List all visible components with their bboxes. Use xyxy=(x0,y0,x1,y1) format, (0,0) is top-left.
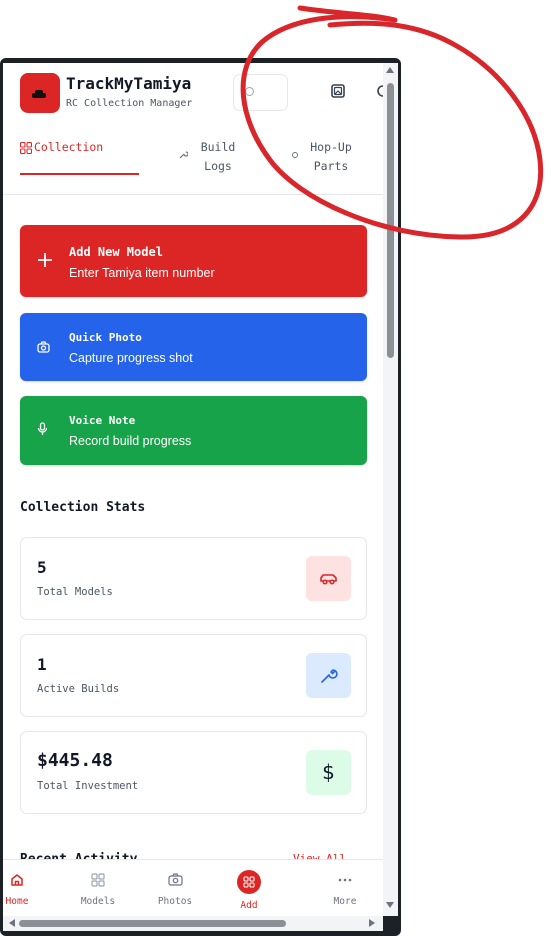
quick-photo-subtitle: Capture progress shot xyxy=(69,351,193,365)
stat-value: 1 xyxy=(37,655,47,674)
active-tab-indicator xyxy=(20,173,139,175)
nav-models-label: Models xyxy=(80,896,116,907)
collection-stats-heading: Collection Stats xyxy=(20,500,146,515)
stat-card-active-builds[interactable]: 1 Active Builds xyxy=(20,634,367,717)
wrench-icon xyxy=(179,151,188,159)
search-icon xyxy=(245,87,254,96)
camera-icon xyxy=(37,341,50,353)
app-title: TrackMyTamiya xyxy=(66,74,192,93)
tab-build-logs[interactable]: Build Logs xyxy=(173,121,253,195)
add-new-model-button[interactable]: Add New Model Enter Tamiya item number xyxy=(20,225,367,297)
nav-home[interactable]: Home xyxy=(3,860,47,916)
grid-icon xyxy=(91,873,105,887)
horizontal-scrollbar[interactable] xyxy=(3,916,383,931)
stat-badge: $ xyxy=(306,750,351,795)
scroll-down-arrow-icon[interactable] xyxy=(386,902,394,908)
quick-photo-button[interactable]: Quick Photo Capture progress shot xyxy=(20,313,367,381)
nav-add-label: Add xyxy=(240,900,258,911)
stat-value: $445.48 xyxy=(37,750,113,771)
app-header: TrackMyTamiya RC Collection Manager xyxy=(3,63,383,121)
tab-build-logs-label: Build Logs xyxy=(200,140,236,173)
tab-collection-label: Collection xyxy=(34,140,104,154)
scroll-left-arrow-icon[interactable] xyxy=(9,919,15,927)
stat-badge xyxy=(306,653,351,698)
car-icon xyxy=(320,574,337,585)
more-dots-icon xyxy=(338,878,352,882)
home-icon xyxy=(11,874,23,886)
app-viewport: TrackMyTamiya RC Collection Manager Coll… xyxy=(3,63,383,916)
gear-icon xyxy=(292,152,298,158)
nav-home-label: Home xyxy=(5,896,29,907)
stat-card-total-investment[interactable]: $445.48 Total Investment $ xyxy=(20,731,367,814)
logo-car-icon xyxy=(20,73,60,113)
vertical-scroll-thumb[interactable] xyxy=(387,83,394,358)
nav-more[interactable]: More xyxy=(315,860,375,916)
voice-note-button[interactable]: Voice Note Record build progress xyxy=(20,396,367,465)
grid-icon xyxy=(20,142,32,154)
history-icon[interactable] xyxy=(375,83,383,99)
bottom-navigation: Home Models Photos Add More xyxy=(3,859,383,916)
stat-label: Total Investment xyxy=(37,780,139,792)
search-input[interactable] xyxy=(233,74,288,111)
nav-add[interactable]: Add xyxy=(219,860,279,916)
tab-bar: Collection Build Logs Hop-Up Parts xyxy=(3,121,383,195)
camera-icon xyxy=(168,873,183,886)
app-subtitle: RC Collection Manager xyxy=(66,98,193,109)
stat-card-total-models[interactable]: 5 Total Models xyxy=(20,537,367,620)
gallery-icon[interactable] xyxy=(330,83,346,99)
horizontal-scroll-thumb[interactable] xyxy=(19,920,286,927)
voice-note-subtitle: Record build progress xyxy=(69,434,192,448)
nav-more-label: More xyxy=(333,896,357,907)
nav-models[interactable]: Models xyxy=(68,860,128,916)
stat-label: Total Models xyxy=(37,586,113,598)
stat-value: 5 xyxy=(37,558,47,577)
plus-icon xyxy=(38,253,52,267)
add-grid-icon xyxy=(237,870,261,894)
tab-collection[interactable]: Collection xyxy=(20,121,139,195)
microphone-icon xyxy=(37,422,48,435)
add-new-model-subtitle: Enter Tamiya item number xyxy=(69,266,215,280)
nav-photos-label: Photos xyxy=(157,896,193,907)
dollar-icon: $ xyxy=(322,760,335,784)
stat-label: Active Builds xyxy=(37,683,120,695)
tab-hop-up-parts[interactable]: Hop-Up Parts xyxy=(288,121,378,195)
add-new-model-title: Add New Model xyxy=(69,245,163,259)
stat-badge xyxy=(306,556,351,601)
wrench-icon xyxy=(321,669,338,683)
nav-photos[interactable]: Photos xyxy=(145,860,205,916)
voice-note-title: Voice Note xyxy=(69,414,136,427)
vertical-scrollbar[interactable] xyxy=(383,63,398,916)
scroll-right-arrow-icon[interactable] xyxy=(369,919,375,927)
scroll-up-arrow-icon[interactable] xyxy=(386,67,394,73)
quick-photo-title: Quick Photo xyxy=(69,331,142,344)
tab-hop-up-parts-label: Hop-Up Parts xyxy=(310,140,352,173)
